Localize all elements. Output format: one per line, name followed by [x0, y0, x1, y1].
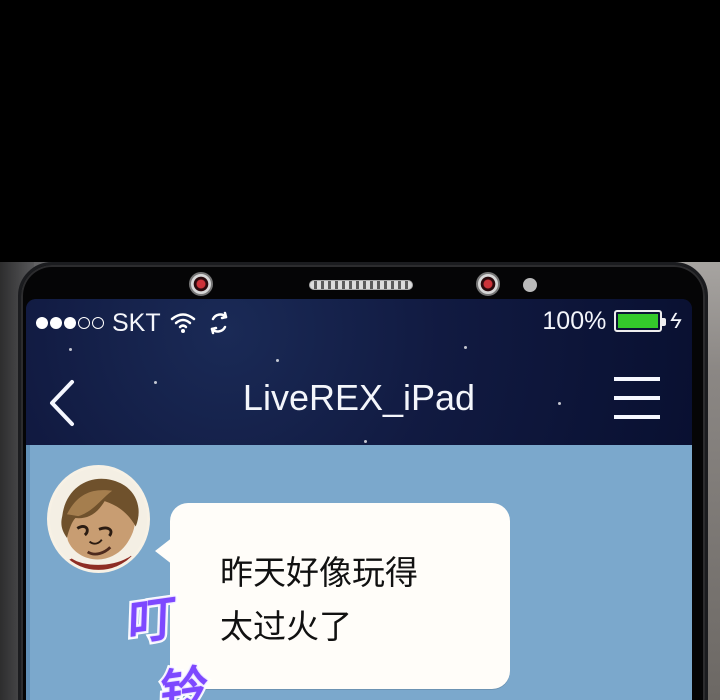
chat-area: 昨天好像玩得 太过火了	[26, 445, 692, 700]
battery-icon	[614, 310, 667, 332]
phone-screen: SKT 100% ϟ LiveREX_iPad 昨天好像玩得 太过火了	[26, 299, 692, 700]
signal-dot-empty	[92, 317, 104, 329]
status-left: SKT	[36, 309, 233, 337]
battery-percentage: 100%	[542, 307, 607, 335]
signal-dot	[36, 317, 48, 329]
battery-fill	[618, 314, 659, 328]
status-right: 100% ϟ	[542, 307, 685, 335]
incoming-message-bubble: 昨天好像玩得 太过火了	[155, 503, 510, 689]
background-star	[276, 359, 279, 362]
signal-dots-icon	[36, 317, 104, 329]
front-camera-right	[476, 272, 500, 296]
message-line: 昨天好像玩得	[220, 553, 418, 592]
chat-navigation-bar: SKT 100% ϟ LiveREX_iPad	[26, 299, 692, 445]
background-star	[364, 440, 367, 443]
charging-bolt-icon: ϟ	[667, 308, 685, 333]
wifi-icon	[170, 313, 195, 333]
sound-effect-text-second: 铃	[157, 657, 214, 700]
background-star	[69, 348, 72, 351]
front-camera-left	[189, 272, 213, 296]
phone-device: SKT 100% ϟ LiveREX_iPad 昨天好像玩得 太过火了	[18, 262, 708, 700]
person-avatar	[47, 465, 150, 573]
phone-sensor	[523, 278, 537, 292]
menu-line	[614, 396, 660, 400]
carrier-name: SKT	[112, 309, 161, 337]
signal-dot	[64, 317, 76, 329]
signal-dot	[50, 317, 62, 329]
signal-dot-empty	[78, 317, 90, 329]
sound-effect-text-first: 叮	[125, 587, 182, 656]
sync-icon	[210, 311, 227, 335]
menu-line	[614, 377, 660, 381]
background-star	[464, 346, 467, 349]
phone-speaker	[309, 280, 413, 290]
menu-line	[614, 415, 660, 419]
comic-phone-scene: SKT 100% ϟ LiveREX_iPad 昨天好像玩得 太过火了 叮 铃	[0, 0, 720, 700]
chat-title: LiveREX_iPad	[242, 377, 476, 418]
message-line: 太过火了	[220, 607, 352, 646]
black-background	[0, 0, 720, 262]
hamburger-menu-icon[interactable]	[614, 377, 660, 419]
